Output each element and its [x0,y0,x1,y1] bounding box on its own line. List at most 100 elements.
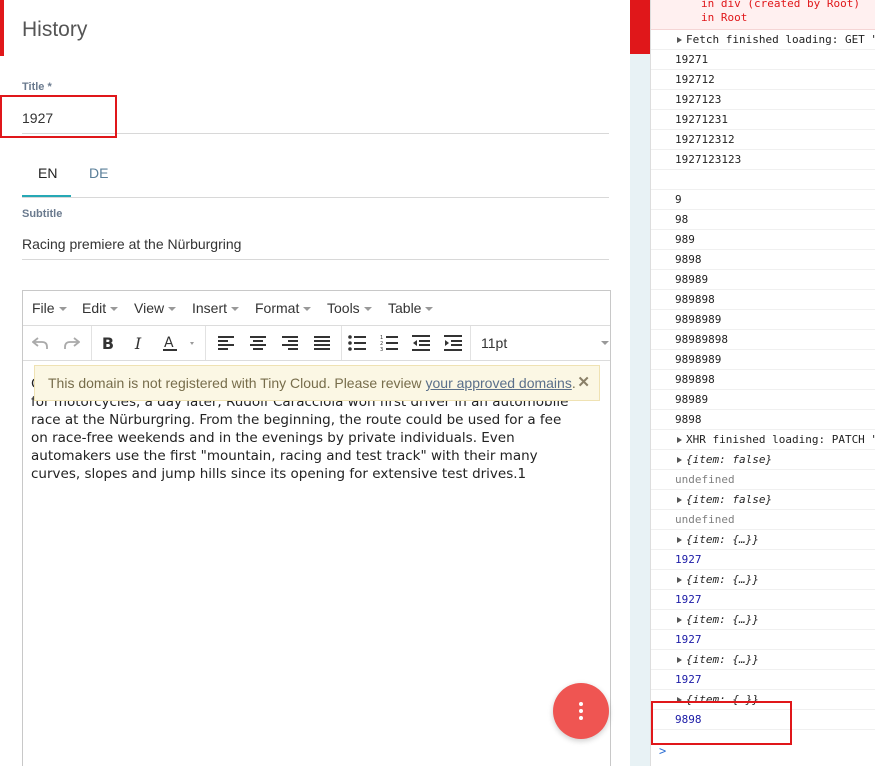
console-row-text: {item: {…}} [686,653,759,666]
undo-icon[interactable] [29,326,51,360]
expand-triangle-icon [677,437,682,443]
console-row-text: 98989898 [675,333,728,346]
console-row[interactable]: {item: false} [651,450,875,470]
console-row-text: Fetch finished loading: GET " [686,33,875,46]
menu-view[interactable]: View [134,300,177,316]
more-vertical-icon [579,702,583,720]
outdent-icon[interactable] [410,326,432,360]
console-row[interactable]: Fetch finished loading: GET " [651,30,875,50]
expand-triangle-icon [677,617,682,623]
redo-icon[interactable] [61,326,83,360]
italic-icon[interactable]: I [127,326,149,360]
console-row[interactable]: {item: {…}} [651,530,875,550]
console-row: 192712312 [651,130,875,150]
tab-de[interactable]: DE [89,165,108,181]
editor-line: curves, slopes and jump hills since its … [31,466,527,482]
page-title: History [22,18,88,41]
console-row-text: 9898989 [675,313,722,326]
menu-insert[interactable]: Insert [192,300,240,316]
console-row: undefined [651,510,875,530]
more-actions-button[interactable] [553,683,609,739]
menu-table[interactable]: Table [388,300,434,316]
console-row[interactable]: {item: {…}} [651,690,875,710]
svg-text:A: A [164,335,174,351]
error-line: in div (created by Root) [701,0,860,10]
toolbar-separator [470,326,471,360]
align-center-icon[interactable] [247,326,269,360]
approved-domains-link[interactable]: your approved domains [426,375,572,391]
menu-tools[interactable]: Tools [327,300,372,316]
menu-table-label: Table [388,300,422,316]
console-row: 989 [651,230,875,250]
console-error-message: in div (created by Root) in Root [651,0,875,30]
chevron-down-icon [425,307,434,312]
console-row-text: 9898 [675,413,702,426]
console-row-text: 9 [675,193,682,206]
console-row-text: {item: false} [686,493,773,506]
chevron-down-icon [110,307,119,312]
console-row-text: 9898989 [675,353,722,366]
numbered-list-icon[interactable]: 123 [378,326,400,360]
console-row[interactable]: {item: {…}} [651,610,875,630]
console-row[interactable]: {item: false} [651,490,875,510]
console-row: 98 [651,210,875,230]
console-row: 9898989 [651,310,875,330]
console-prompt[interactable]: > [659,744,666,758]
editor-toolbar: B I A 123 11pt [23,326,610,361]
console-row: 1927123123 [651,150,875,170]
toolbar-separator [341,326,342,360]
console-row-text: {item: {…}} [686,693,759,706]
console-row: 9 [651,190,875,210]
menu-view-label: View [134,300,165,316]
console-row-text: 192712312 [675,133,735,146]
align-right-icon[interactable] [279,326,301,360]
console-row[interactable]: XHR finished loading: PATCH " [651,430,875,450]
console-row: 192712 [651,70,875,90]
bold-icon[interactable]: B [97,326,119,360]
menu-format[interactable]: Format [255,300,312,316]
console-row-text: 1927123123 [675,153,742,166]
subtitle-label: Subtitle [22,208,63,220]
text-color-icon[interactable]: A [161,326,197,360]
title-input[interactable]: 1927 [22,110,53,126]
console-row: 19271231 [651,110,875,130]
close-icon[interactable]: ✕ [577,373,590,391]
console-row-text: 1927 [675,633,702,646]
menu-edit[interactable]: Edit [82,300,119,316]
console-row: 1927 [651,550,875,570]
bullet-list-icon[interactable] [346,326,368,360]
align-justify-icon[interactable] [311,326,333,360]
align-left-icon[interactable] [215,326,237,360]
editor-line: race at the Nürburgring. From the beginn… [31,412,562,428]
menu-file[interactable]: File [32,300,67,316]
console-row: undefined [651,470,875,490]
subtitle-input[interactable]: Racing premiere at the Nürburgring [22,236,241,252]
console-row-text: 98 [675,213,689,226]
font-size-value: 11pt [481,335,508,351]
header-accent-bar [0,0,4,56]
toolbar-separator [205,326,206,360]
font-size-select[interactable]: 11pt [481,326,609,360]
tab-en[interactable]: EN [38,165,57,181]
devtools-console: in div (created by Root) in Root Fetch f… [650,0,875,766]
notice-period: . [571,375,576,391]
console-row-text: 1927 [675,553,702,566]
svg-text:3: 3 [380,347,383,351]
console-row: 1927123 [651,90,875,110]
console-row: 1927 [651,630,875,650]
console-row: 98989 [651,270,875,290]
chevron-down-icon [303,307,312,312]
chevron-down-icon [601,341,609,345]
console-row: 1927 [651,670,875,690]
console-row: 9898989 [651,350,875,370]
console-row[interactable]: {item: {…}} [651,570,875,590]
history-editor-panel: History Title * 1927 EN DE Subtitle Raci… [0,0,630,766]
console-row: 9898 [651,410,875,430]
console-row-text: {item: {…}} [686,613,759,626]
console-row[interactable]: {item: {…}} [651,650,875,670]
title-underline [22,133,609,134]
toolbar-separator [91,326,92,360]
editor-menubar: File Edit View Insert Format Tools Table [23,291,610,326]
chevron-down-icon [231,307,240,312]
indent-icon[interactable] [442,326,464,360]
